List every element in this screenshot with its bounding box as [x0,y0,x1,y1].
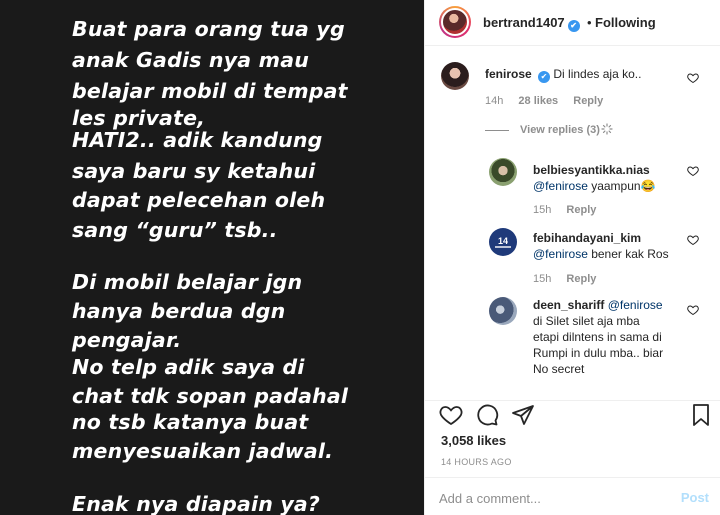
share-paper-plane-icon[interactable] [511,403,535,427]
header-username[interactable]: bertrand1407 ✔ [483,15,580,32]
loading-spinner-icon [601,123,613,135]
story-line: saya baru sy ketahui [72,159,316,183]
mention-link[interactable]: @fenirose [608,298,663,312]
like-heart-icon[interactable] [687,304,699,316]
reply-body-line: Rumpi in dulu mba.. biar [533,346,664,360]
reply-username[interactable]: belbiesyantikka.nias [533,163,650,177]
reply-body: bener kak Ros [587,247,669,261]
verified-icon: ✔ [538,71,551,83]
story-line: menyesuaikan jadwal. [72,439,334,463]
story-line: no tsb katanya buat [72,410,309,434]
like-heart-icon[interactable] [687,234,699,246]
reply-username[interactable]: febihandayani_kim [533,231,641,245]
avatar[interactable]: 14 [489,228,517,256]
like-heart-icon[interactable] [439,403,463,427]
reply-meta: 15h Reply [533,273,608,285]
post-comment-button[interactable]: Post [681,490,709,505]
likes-count[interactable]: 3,058 likes [441,433,506,448]
story-line: pengajar. [72,328,182,352]
post-time-ago[interactable]: 14 HOURS AGO [441,457,512,467]
reply-body-line: etapi dilntens in sama di [533,330,662,344]
view-replies-button[interactable]: View replies (3) [520,124,600,136]
reply-time[interactable]: 15h [533,273,551,285]
story-line: belajar mobil di tempat [72,79,348,103]
post-header: bertrand1407 ✔ • Following [425,0,720,46]
reply-button[interactable]: Reply [566,204,596,216]
story-line: No telp adik saya di [72,355,305,379]
avatar[interactable] [489,297,517,325]
avatar[interactable] [489,158,517,186]
reply-time[interactable]: 15h [533,204,551,216]
story-line: Enak nya diapain ya? [72,492,321,515]
like-heart-icon[interactable] [687,72,699,84]
following-button[interactable]: Following [595,15,656,30]
username-link[interactable]: bertrand1407 [483,15,565,30]
story-line: dapat pelecehan oleh [72,188,326,212]
add-comment-input[interactable] [439,489,659,507]
story-line: hanya berdua dgn [72,299,286,323]
post-actions [425,400,720,430]
comment-likes[interactable]: 28 likes [518,95,558,107]
comment-text: fenirose ✔ Di lindes aja ko.. [485,66,641,83]
mention-link[interactable]: @fenirose [533,247,588,261]
story-image: Buat para orang tua yg anak Gadis nya ma… [0,0,424,515]
mention-link[interactable]: @fenirose [533,179,588,193]
story-line: HATI2.. adik kandung [72,128,323,152]
story-line: chat tdk sopan padahal [72,384,349,408]
reply-button[interactable]: Reply [566,273,596,285]
comment-username[interactable]: fenirose [485,67,532,81]
story-line: Di mobil belajar jgn [72,270,303,294]
comment-time[interactable]: 14h [485,95,503,107]
add-comment-bar: Post [425,477,720,515]
avatar[interactable] [441,62,469,90]
comment-meta: 14h 28 likes Reply [485,95,615,107]
svg-text:14: 14 [498,236,508,246]
comment-body: Di lindes aja ko.. [553,67,642,81]
reply-body-line: No secret [533,362,585,376]
post-sidebar: bertrand1407 ✔ • Following fenirose ✔ Di … [424,0,720,515]
reply-meta: 15h Reply [533,204,608,216]
story-line: sang “guru” tsb.. [72,218,278,242]
story-line: Buat para orang tua yg [72,17,345,41]
separator-dot: • [587,15,592,30]
like-heart-icon[interactable] [687,165,699,177]
reply-text: febihandayani_kim @fenirose bener kak Ro… [533,230,669,262]
avatar[interactable] [439,6,471,38]
verified-icon: ✔ [567,20,580,32]
reply-button[interactable]: Reply [573,95,603,107]
comment-bubble-icon[interactable] [475,403,499,427]
view-replies-line [485,130,509,131]
reply-body: yaampun😂 [587,179,656,193]
reply-body-line: di Silet silet aja mba [533,314,640,328]
reply-text: belbiesyantikka.nias @fenirose yaampun😂 [533,162,656,194]
reply-username[interactable]: deen_shariff [533,298,604,312]
reply-text: deen_shariff @fenirose di Silet silet aj… [533,297,663,377]
badge-logo-icon: 14 [490,229,516,255]
bookmark-icon[interactable] [689,403,713,427]
story-line: anak Gadis nya mau [72,48,310,72]
